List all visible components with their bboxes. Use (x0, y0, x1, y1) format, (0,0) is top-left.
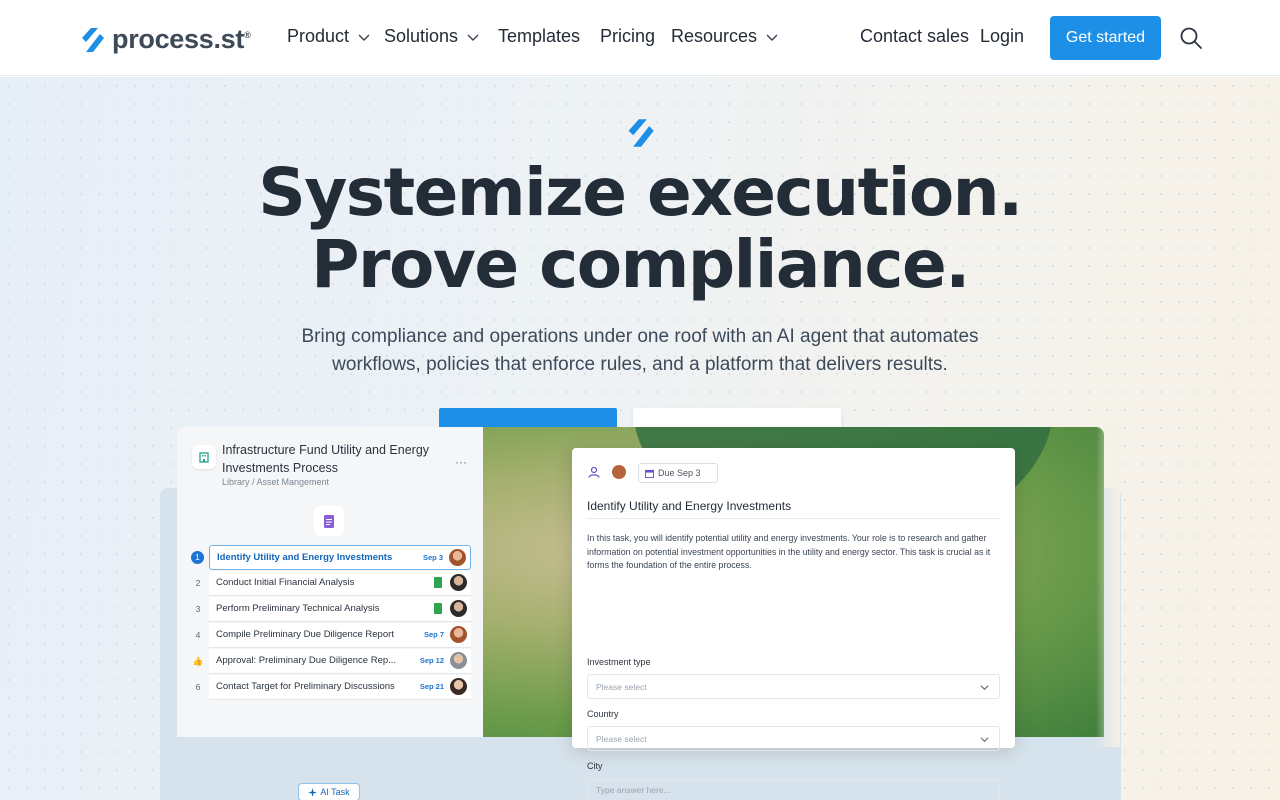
spreadsheet-icon (434, 577, 442, 588)
more-options-icon[interactable]: ··· (455, 455, 467, 469)
headline-line-1: Systemize execution. (258, 154, 1023, 231)
city-placeholder: Type answer here... (596, 785, 671, 795)
task-number: 3 (195, 604, 201, 614)
nav-pricing-label: Pricing (600, 26, 656, 46)
brand-suffix: .st (213, 24, 245, 54)
due-date-button[interactable]: Due Sep 3 (638, 463, 718, 483)
task-number: 1 (191, 550, 204, 564)
task-number: 4 (195, 630, 201, 640)
nav-solutions-label: Solutions (384, 26, 459, 46)
workflow-sidebar: Infrastructure Fund Utility and Energy I… (177, 427, 483, 800)
nav-solutions[interactable]: Solutions (384, 26, 480, 47)
task-number: 2 (195, 578, 201, 588)
task-list: 1 Identify Utility and Energy Investment… (187, 544, 471, 700)
divider (587, 518, 1000, 519)
chevron-down-icon (766, 34, 778, 41)
chevron-down-icon (980, 737, 989, 743)
document-icon[interactable] (314, 506, 344, 536)
workflow-icon (192, 445, 216, 469)
headline-line-2: Prove compliance. (311, 226, 970, 303)
task-due-date: Sep 3 (422, 552, 443, 562)
task-item[interactable]: 4 Compile Preliminary Due Diligence Repo… (187, 622, 471, 648)
task-detail-card: Due Sep 3 Identify Utility and Energy In… (572, 448, 1015, 751)
task-number: 👍 (192, 655, 204, 666)
registered-mark: ® (244, 30, 251, 40)
ai-task-label: AI Task (320, 787, 350, 797)
assign-user-icon[interactable] (588, 466, 600, 478)
chevron-down-icon (980, 685, 989, 691)
country-placeholder: Please select (596, 733, 647, 744)
nav-resources[interactable]: Resources (671, 26, 779, 47)
avatar (450, 574, 467, 591)
task-item[interactable]: 2 Conduct Initial Financial Analysis (187, 570, 471, 596)
task-label: Conduct Initial Financial Analysis (216, 577, 355, 588)
task-item[interactable]: 6 Contact Target for Preliminary Discuss… (187, 674, 471, 700)
building-icon (199, 452, 209, 463)
brand-name: process (112, 24, 214, 54)
breadcrumb[interactable]: Library / Asset Mangement (222, 477, 329, 487)
spreadsheet-icon (434, 603, 442, 614)
task-due-date: Sep 7 (423, 630, 444, 639)
calendar-icon (645, 469, 654, 478)
sparkle-icon (308, 787, 318, 797)
task-description: In this task, you will identify potentia… (587, 533, 991, 570)
avatar (450, 626, 467, 643)
nav-templates-label: Templates (498, 26, 581, 46)
country-label: Country (587, 709, 619, 719)
logo-mark-icon (82, 27, 104, 52)
top-navigation: process.st® Product Solutions Templates … (0, 0, 1280, 76)
avatar (450, 600, 467, 617)
task-item[interactable]: 1 Identify Utility and Energy Investment… (187, 544, 471, 570)
investment-type-placeholder: Please select (596, 681, 647, 692)
contact-sales-link[interactable]: Contact sales (860, 26, 969, 47)
city-label: City (587, 761, 603, 771)
workflow-title: Infrastructure Fund Utility and Energy I… (222, 443, 430, 475)
hero-subtitle: Bring compliance and operations under on… (301, 326, 979, 375)
task-label: Perform Preliminary Technical Analysis (216, 603, 380, 614)
search-icon[interactable] (1179, 26, 1203, 50)
ai-task-button[interactable]: AI Task (298, 783, 360, 800)
get-started-nav-button[interactable]: Get started (1050, 16, 1161, 60)
chevron-down-icon (358, 34, 370, 41)
nav-product[interactable]: Product (287, 26, 371, 47)
nav-resources-label: Resources (671, 26, 758, 46)
investment-type-select[interactable]: Please select (587, 674, 1000, 699)
task-item[interactable]: 3 Perform Preliminary Technical Analysis (187, 596, 471, 622)
task-title: Identify Utility and Energy Investments (587, 499, 792, 513)
due-date-label: Due Sep 3 (658, 468, 701, 478)
chevron-down-icon (467, 34, 479, 41)
avatar (450, 678, 467, 695)
task-label: Contact Target for Preliminary Discussio… (216, 681, 395, 692)
task-label: Identify Utility and Energy Investments (217, 551, 393, 563)
login-link[interactable]: Login (980, 26, 1024, 47)
task-due-date: Sep 21 (419, 682, 444, 691)
task-number: 6 (195, 682, 201, 692)
country-select[interactable]: Please select (587, 726, 1000, 751)
nav-pricing[interactable]: Pricing (600, 26, 655, 47)
logo-mark-icon (628, 119, 654, 147)
avatar (449, 548, 466, 566)
task-item[interactable]: 👍 Approval: Preliminary Due Diligence Re… (187, 648, 471, 674)
task-label: Approval: Preliminary Due Diligence Rep.… (216, 655, 397, 666)
edge-fade (1096, 427, 1120, 747)
city-input[interactable]: Type answer here... (587, 779, 1000, 800)
avatar (450, 652, 467, 669)
brand-logo[interactable]: process.st® (78, 24, 251, 55)
investment-type-label: Investment type (587, 657, 651, 667)
nav-templates[interactable]: Templates (498, 26, 580, 47)
avatar (612, 465, 626, 479)
task-label: Compile Preliminary Due Diligence Report (216, 629, 394, 640)
nav-product-label: Product (287, 26, 350, 46)
task-due-date: Sep 12 (419, 656, 444, 665)
